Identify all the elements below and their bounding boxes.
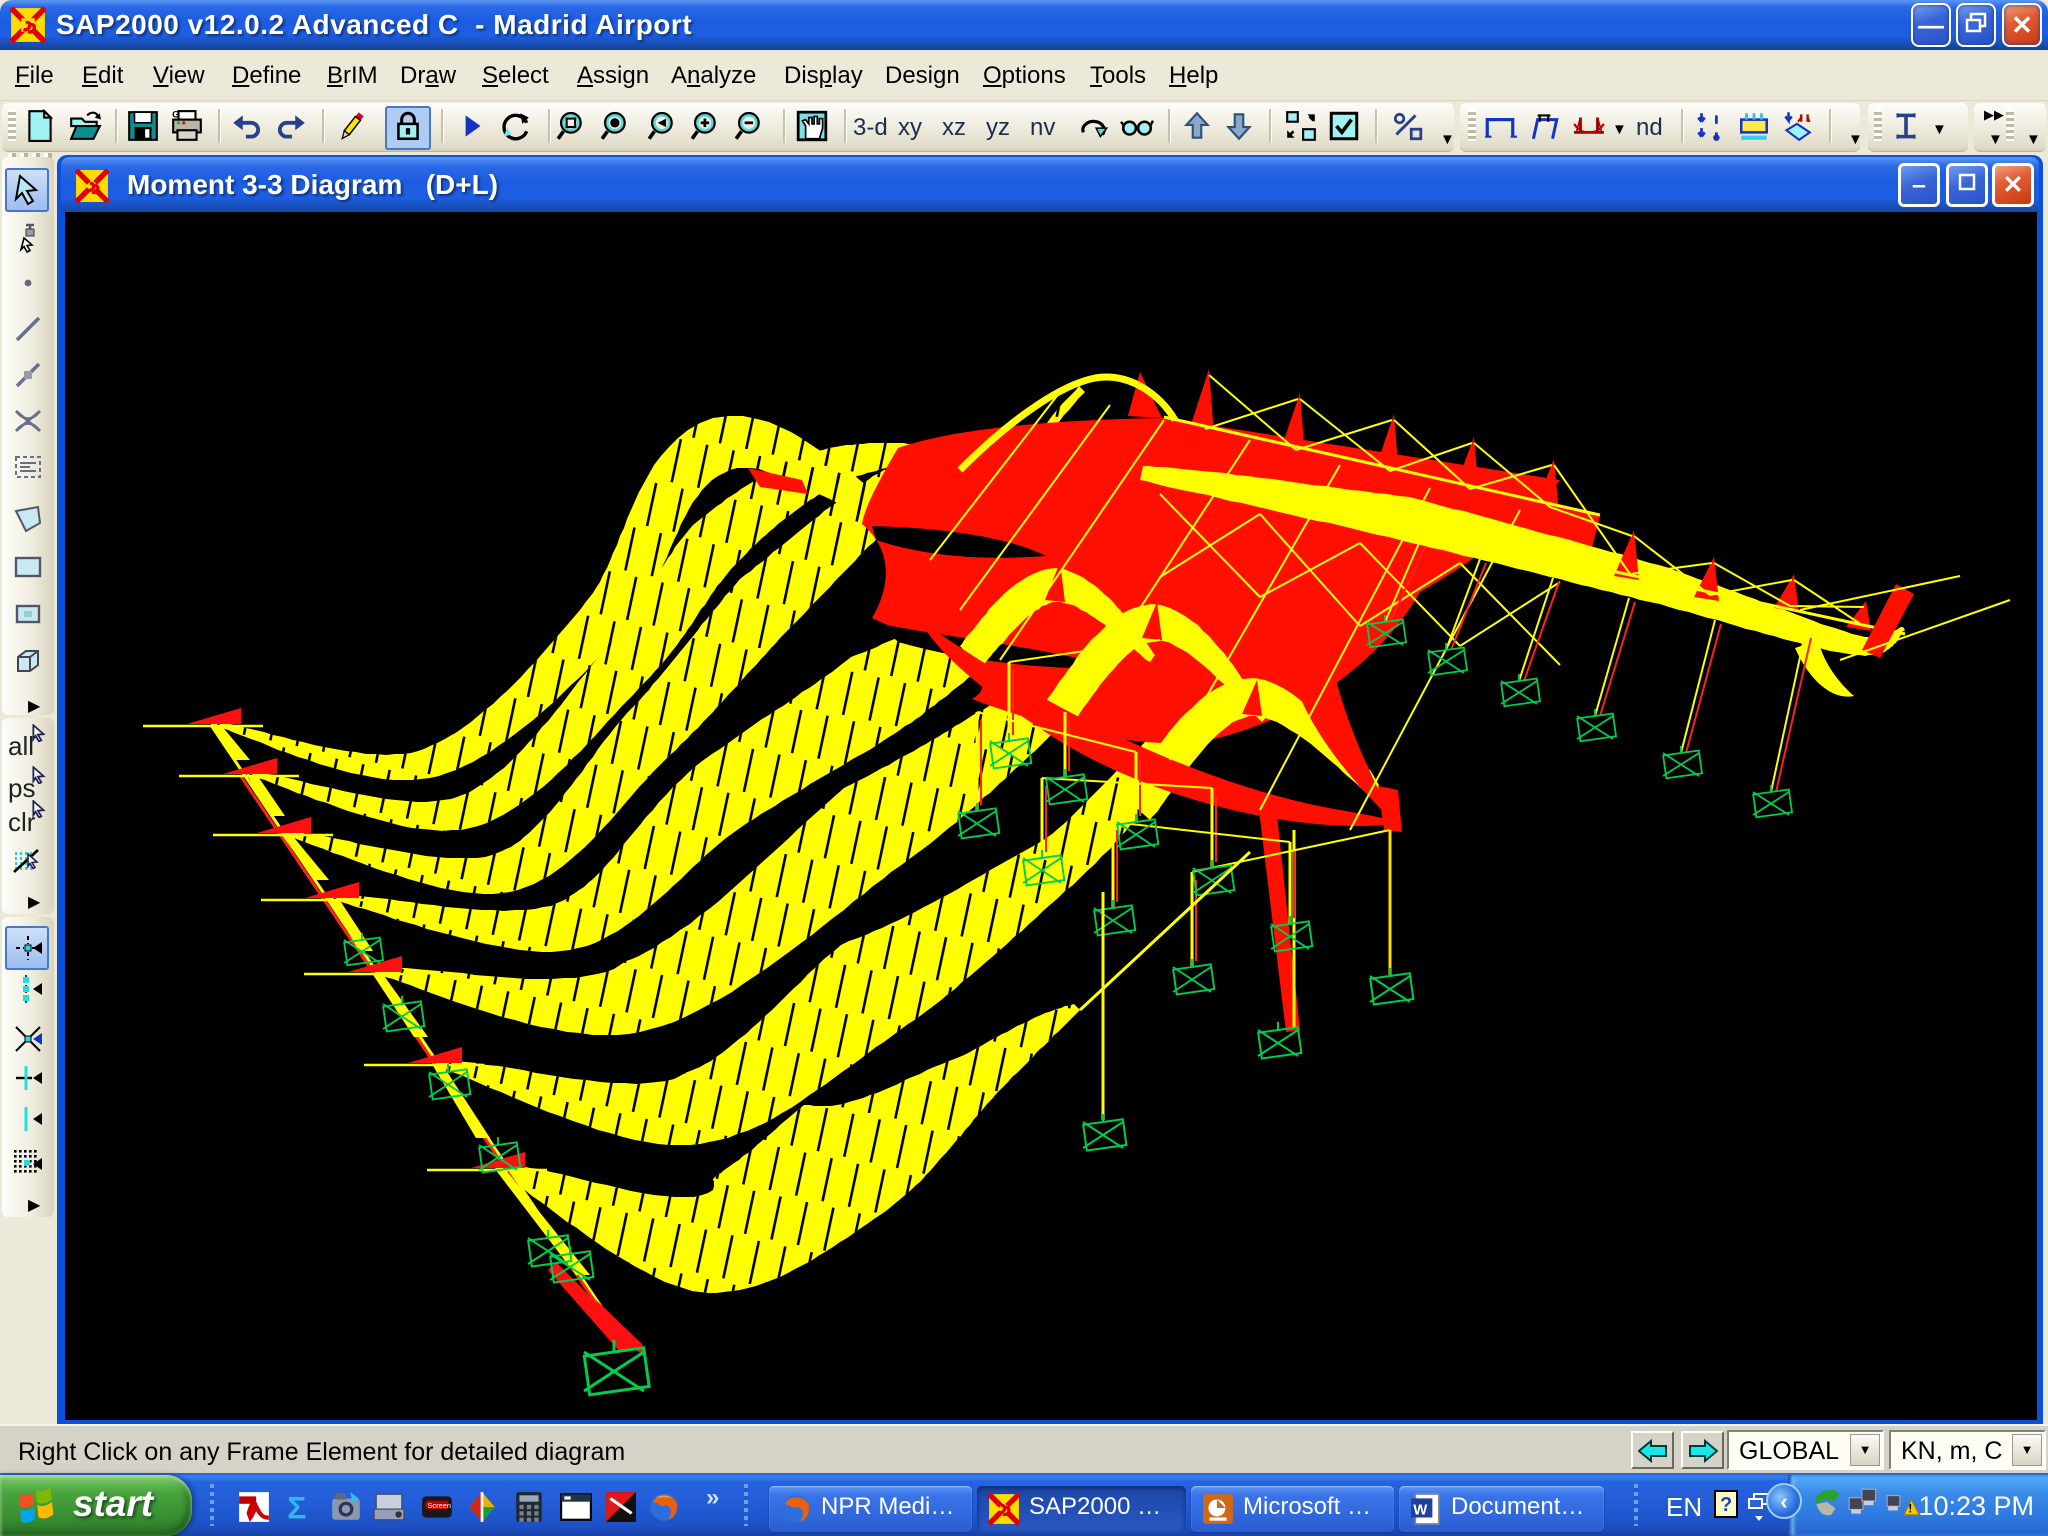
svg-text:!: ! <box>1908 1503 1912 1516</box>
svg-text:G: G <box>172 110 179 121</box>
svg-text:W: W <box>1413 1502 1428 1518</box>
svg-text:?: ? <box>1720 1494 1732 1516</box>
svg-text:Screen: Screen <box>427 1501 451 1510</box>
svg-text:Σ: Σ <box>287 1490 306 1524</box>
